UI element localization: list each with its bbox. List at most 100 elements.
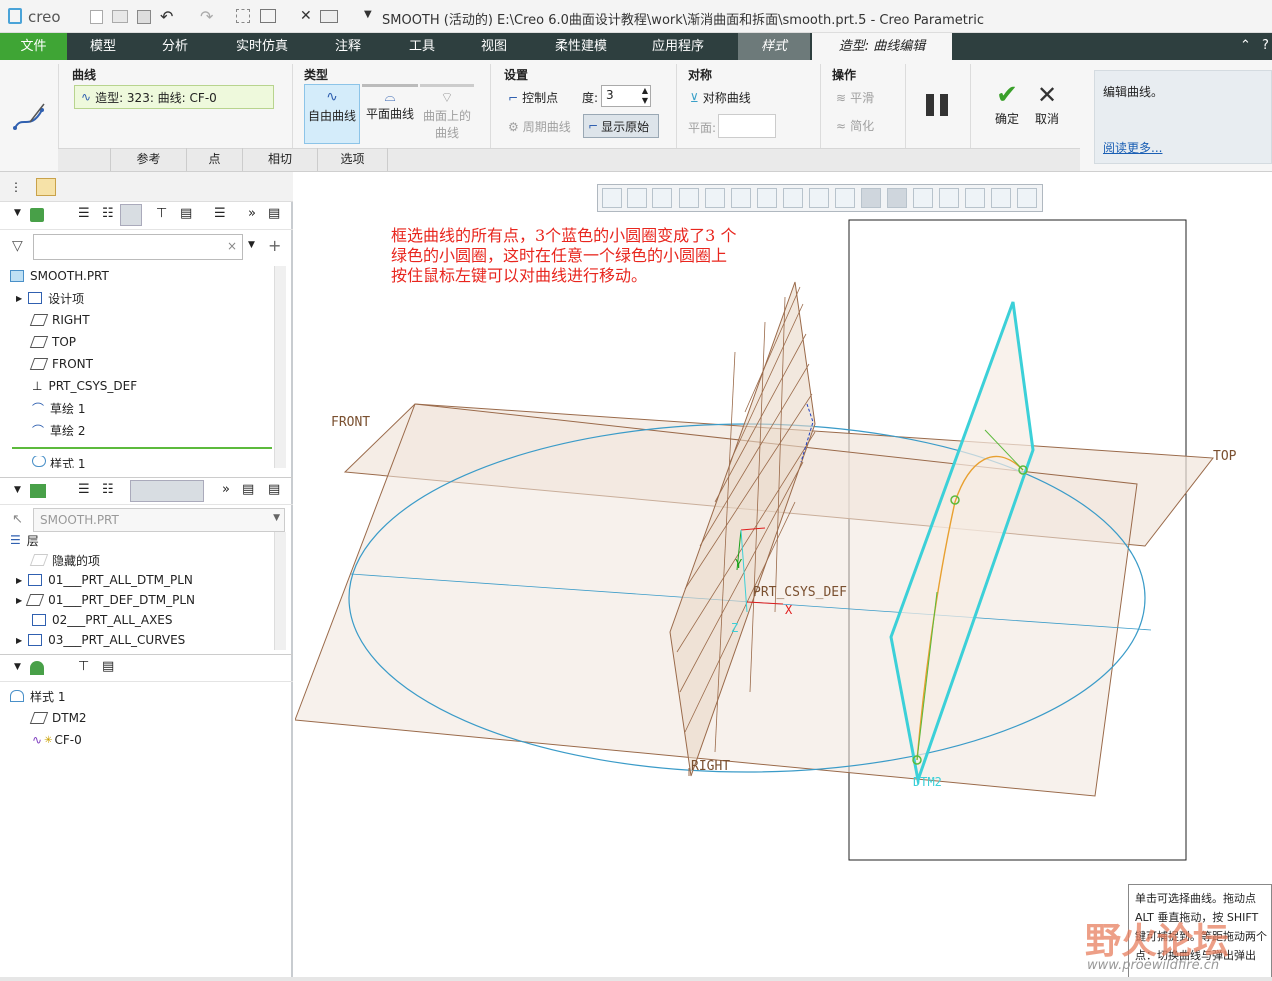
expand-arrow-icon[interactable]: ▼: [14, 485, 21, 495]
graphics-area[interactable]: FRONT TOP RIGHT PRT_CSYS_DEF X Y Z DTM2 …: [295, 172, 1272, 978]
regenerate-icon[interactable]: [236, 9, 250, 23]
undo-icon[interactable]: ↶: [160, 7, 173, 26]
subtab-points[interactable]: 点: [187, 148, 243, 171]
tree-item-sketch-1[interactable]: ⌒ 草绘 1: [32, 397, 85, 419]
layer-visibility-toggles[interactable]: [130, 480, 204, 502]
insert-indicator[interactable]: [12, 447, 272, 449]
expand-arrow-icon[interactable]: ▶: [16, 596, 22, 605]
plane-display-icon[interactable]: [861, 188, 881, 208]
tab-annotate[interactable]: 注释: [312, 33, 384, 60]
redo-icon[interactable]: ↷: [200, 7, 213, 26]
tree-show-icon[interactable]: ▤: [180, 206, 192, 221]
tab-model[interactable]: 模型: [67, 33, 139, 60]
tree-item-style-1-partial[interactable]: 样式 1: [12, 456, 274, 468]
add-filter-icon[interactable]: +: [268, 236, 281, 255]
zoom-out-icon[interactable]: [652, 188, 672, 208]
tree-options-icon[interactable]: ▤: [268, 206, 280, 221]
search-input[interactable]: ×: [33, 234, 243, 260]
close-window-icon[interactable]: ✕: [300, 8, 312, 24]
display-style-icon[interactable]: [783, 188, 803, 208]
tree-settings-icon[interactable]: ☷: [102, 482, 114, 497]
chevron-down-icon[interactable]: ▼: [273, 513, 280, 523]
expand-arrow-icon[interactable]: ▶: [16, 294, 22, 303]
layer-item-def-dtm-pln[interactable]: ▶ 01___PRT_DEF_DTM_PLN: [16, 589, 195, 611]
curve-collector[interactable]: ∿ 造型: 323: 曲线: CF-0: [74, 85, 274, 109]
planar-curve-button[interactable]: ⌓ 平面曲线: [362, 84, 418, 144]
more-icon[interactable]: »: [222, 482, 230, 497]
plane-collector[interactable]: [718, 114, 776, 138]
collapse-ribbon-icon[interactable]: ⌃: [1240, 38, 1251, 53]
tab-analysis[interactable]: 分析: [139, 33, 211, 60]
split-view-icon[interactable]: [1017, 188, 1037, 208]
style-tree-item-cf0[interactable]: ∿ ✳ CF-0: [32, 729, 82, 751]
tab-flexible-modeling[interactable]: 柔性建模: [540, 33, 622, 60]
layer-root[interactable]: ☰ 层: [10, 529, 39, 551]
section-icon[interactable]: [809, 188, 829, 208]
model-viewport[interactable]: FRONT TOP RIGHT PRT_CSYS_DEF X Y Z DTM2: [295, 172, 1272, 978]
model-tree-tab-icon[interactable]: ⋮: [10, 180, 22, 194]
windows-icon[interactable]: [260, 9, 276, 23]
tree-item-csys[interactable]: ⊥ PRT_CSYS_DEF: [32, 375, 137, 397]
layer-item-all-axes[interactable]: 02___PRT_ALL_AXES: [32, 609, 173, 631]
periodic-curve-button[interactable]: ⚙ 周期曲线: [508, 118, 571, 135]
axis-display-icon[interactable]: [913, 188, 933, 208]
layer-model-selector[interactable]: SMOOTH.PRT ▼: [33, 508, 285, 532]
ok-button[interactable]: ✔ 确定: [988, 80, 1026, 127]
tree-item-front[interactable]: FRONT: [29, 353, 93, 375]
tree-columns-icon[interactable]: ☰: [78, 482, 90, 497]
expand-arrow-icon[interactable]: ▼: [14, 208, 21, 218]
tree-item-top[interactable]: TOP: [29, 331, 76, 353]
degree-stepper[interactable]: 3 ▲ ▼: [601, 85, 651, 107]
style-tree-root[interactable]: 样式 1: [10, 685, 65, 707]
display-style-icon[interactable]: [320, 10, 338, 23]
tree-filter-toggle[interactable]: [120, 204, 142, 226]
tree-list-icon[interactable]: ☰: [214, 206, 226, 221]
subtab-references[interactable]: 参考: [110, 148, 187, 171]
saved-orientations-icon[interactable]: [705, 188, 725, 208]
tab-view[interactable]: 视图: [458, 33, 530, 60]
symmetric-curve-button[interactable]: ⊻ 对称曲线: [690, 89, 751, 106]
view-manager-icon[interactable]: [731, 188, 751, 208]
annotation-display-icon[interactable]: [835, 188, 855, 208]
quick-access-dropdown-icon[interactable]: ▼: [364, 9, 372, 20]
refit-icon[interactable]: [602, 188, 622, 208]
save-icon[interactable]: [137, 10, 151, 24]
control-points-button[interactable]: ⌐ 控制点: [508, 89, 558, 106]
free-curve-button[interactable]: ∿ 自由曲线: [304, 84, 360, 144]
zoom-in-icon[interactable]: [627, 188, 647, 208]
select-arrow-icon[interactable]: ↖: [12, 512, 23, 527]
open-file-icon[interactable]: [112, 10, 128, 23]
layer-tree-scrollbar[interactable]: [274, 532, 286, 650]
expand-arrow-icon[interactable]: ▼: [14, 662, 21, 672]
tree-columns-icon[interactable]: ☰: [78, 206, 90, 221]
subtab-tangent[interactable]: 相切: [243, 148, 318, 171]
more-icon[interactable]: »: [248, 206, 256, 221]
point-display-icon[interactable]: [965, 188, 985, 208]
expand-arrow-icon[interactable]: ▶: [16, 636, 22, 645]
tab-file[interactable]: 文件: [0, 33, 67, 60]
model-tree-scrollbar[interactable]: [274, 266, 286, 468]
tab-style-curve-edit[interactable]: 造型: 曲线编辑: [812, 33, 952, 60]
new-file-icon[interactable]: [90, 10, 103, 24]
tab-live-simulation[interactable]: 实时仿真: [221, 33, 303, 60]
simplify-button[interactable]: ≈ 简化: [836, 117, 874, 134]
layer-list-icon[interactable]: ▤: [268, 482, 280, 497]
search-dropdown-icon[interactable]: ▼: [248, 240, 255, 250]
tab-tools[interactable]: 工具: [386, 33, 458, 60]
perspective-icon[interactable]: [757, 188, 777, 208]
tree-item-sketch-2[interactable]: ⌒ 草绘 2: [32, 419, 85, 441]
show-original-toggle[interactable]: ⌐ 显示原始: [583, 114, 659, 138]
tree-show-icon[interactable]: ▤: [102, 659, 114, 674]
read-more-link[interactable]: 阅读更多...: [1103, 139, 1162, 156]
subtab-options[interactable]: 选项: [318, 148, 388, 171]
tree-settings-icon[interactable]: ☷: [102, 206, 114, 221]
pause-button[interactable]: [926, 94, 950, 116]
tab-style[interactable]: 样式: [738, 33, 810, 60]
layer-item-all-curves[interactable]: ▶ 03___PRT_ALL_CURVES: [16, 629, 185, 651]
tab-applications[interactable]: 应用程序: [637, 33, 719, 60]
tree-item-root[interactable]: SMOOTH.PRT: [10, 265, 109, 287]
layer-item-all-dtm-pln[interactable]: ▶ 01___PRT_ALL_DTM_PLN: [16, 569, 193, 591]
expand-arrow-icon[interactable]: ▶: [16, 576, 22, 585]
tree-sort-icon[interactable]: ⊤: [78, 659, 89, 674]
curve-on-surface-button[interactable]: ⌔ 曲面上的 曲线: [420, 84, 474, 144]
